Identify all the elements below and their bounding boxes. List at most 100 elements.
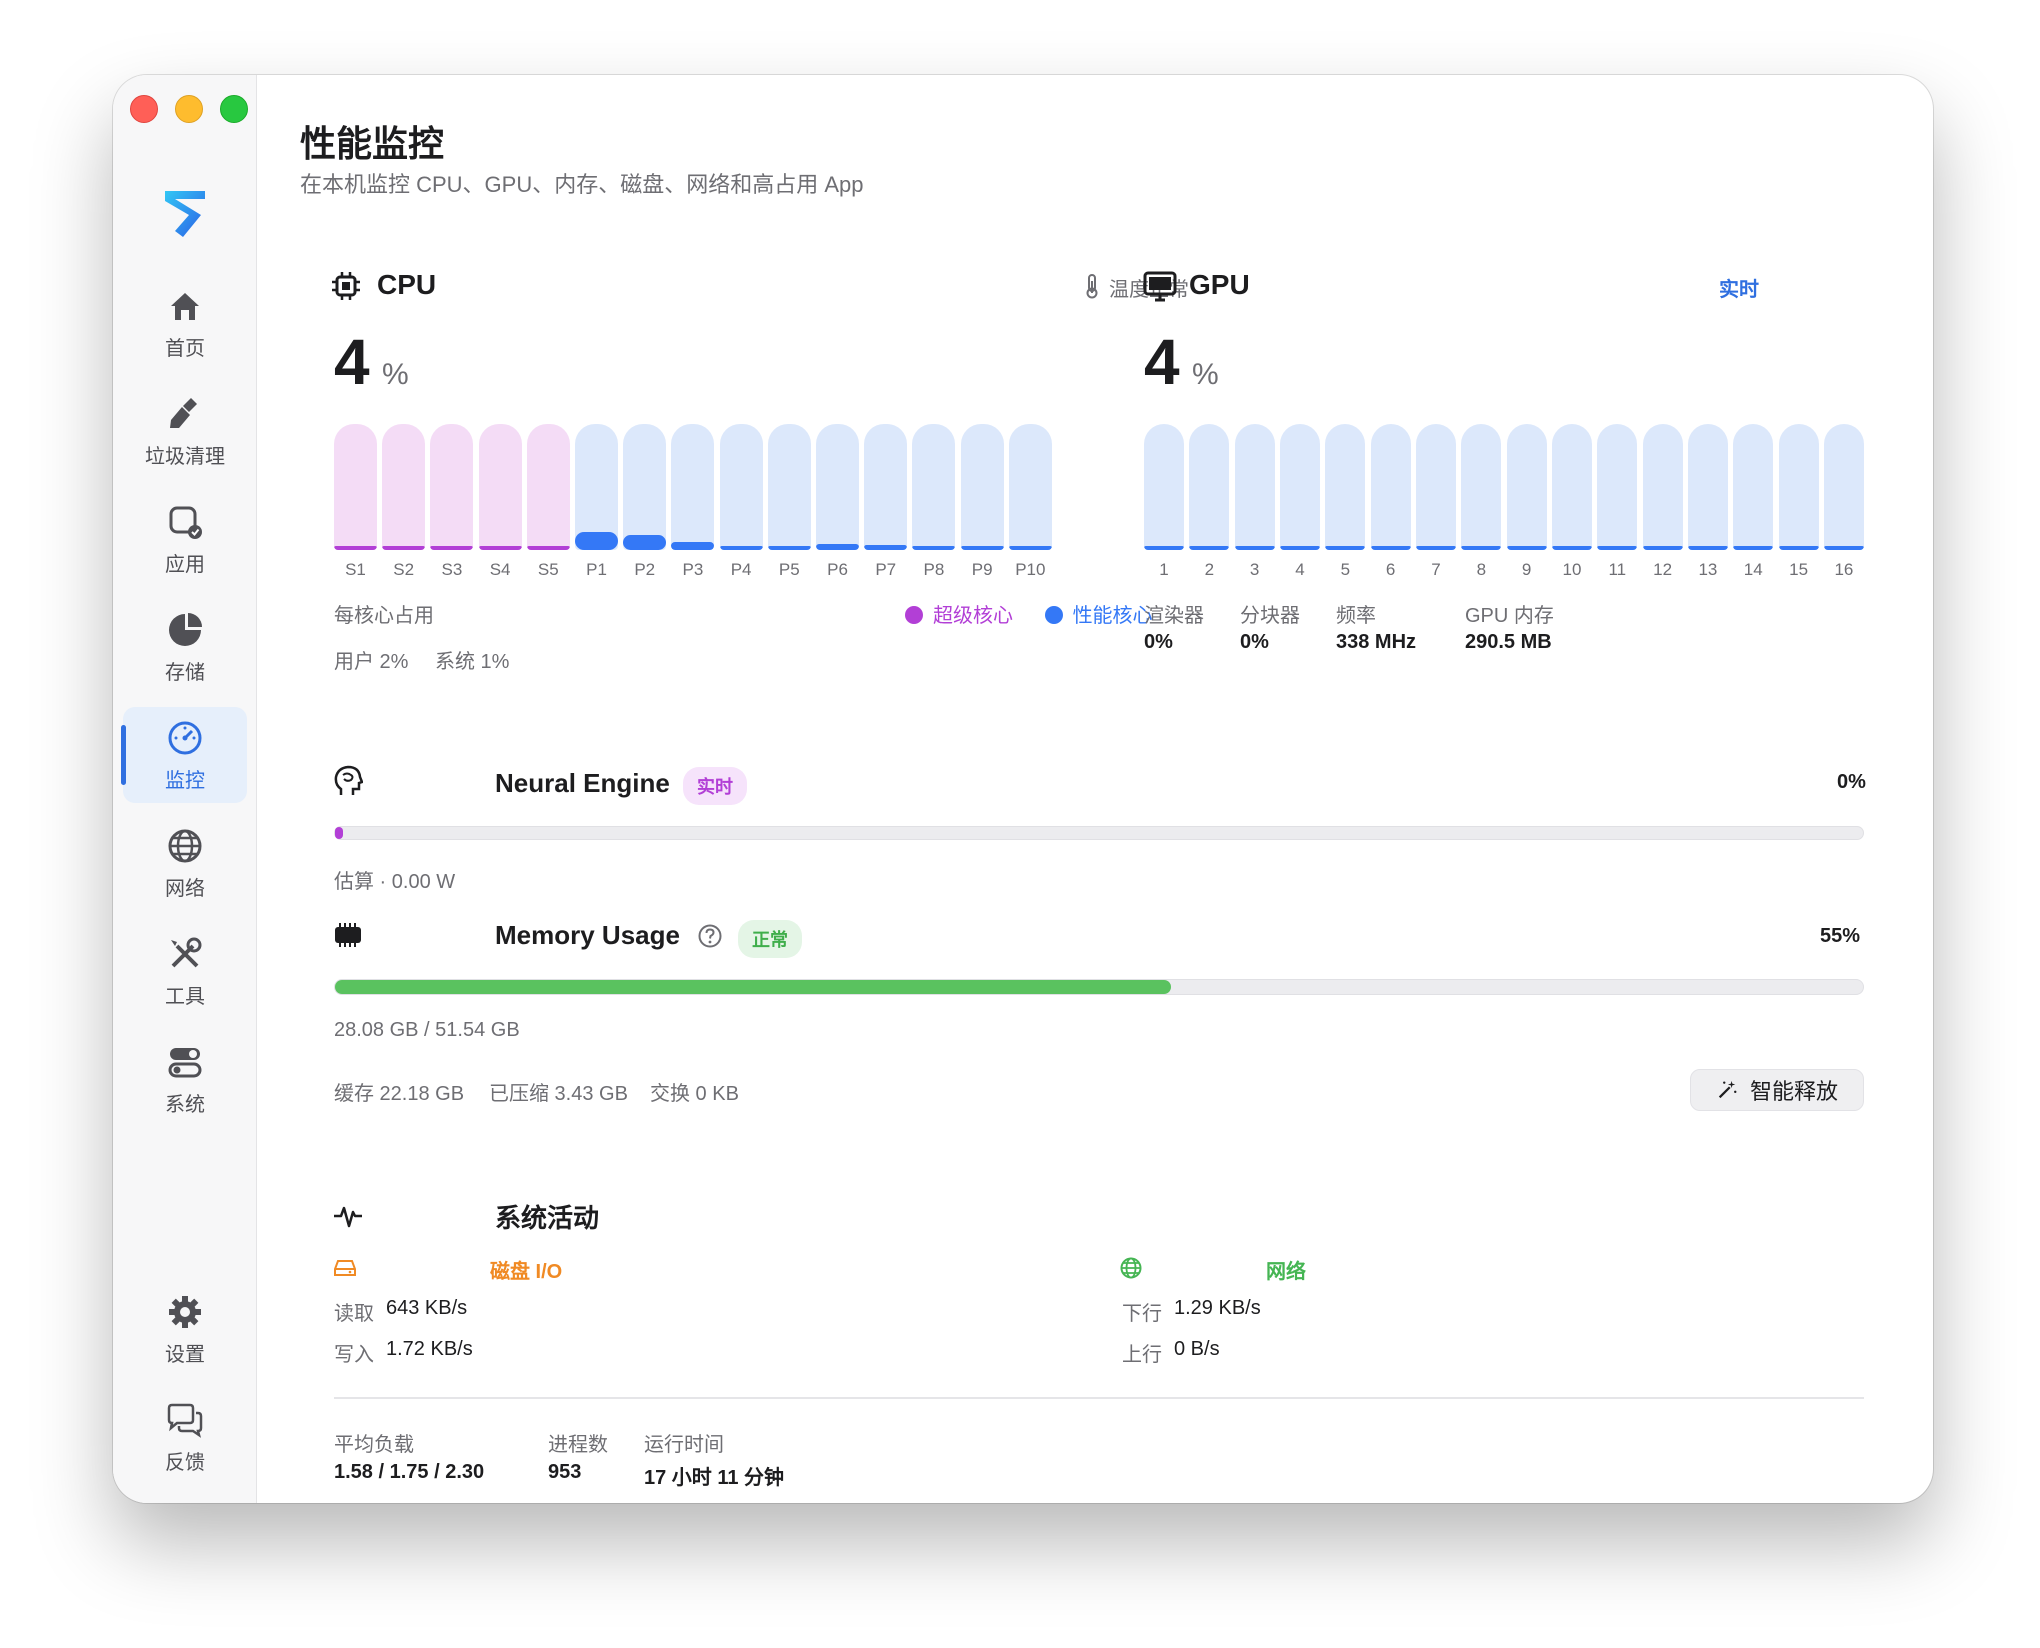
gpu-core-label: 8 xyxy=(1476,560,1487,579)
cpu-core-bar-fill xyxy=(864,545,908,550)
cpu-core-label: P6 xyxy=(827,560,848,579)
cpu-core-label: P3 xyxy=(682,560,704,579)
cpu-core-label: P4 xyxy=(730,560,752,579)
gpu-core-bar-fill xyxy=(1370,546,1411,550)
memory-usage-title: Memory Usage xyxy=(495,920,680,950)
cpu-core-bar xyxy=(767,424,811,550)
sidebar-item-system[interactable]: 系统 xyxy=(123,1031,247,1127)
sidebar-item-settings[interactable]: 设置 xyxy=(123,1281,247,1377)
cpu-core-bar xyxy=(430,424,474,550)
gpu-core-bar xyxy=(1551,424,1592,550)
gpu-core-bars xyxy=(1144,424,1864,550)
cpu-core-bar-fill xyxy=(526,546,570,550)
disk-read-value: 643 KB/s xyxy=(386,1297,468,1319)
sidebar: 首页 垃圾清理 应用 存储 监控 网络 工具 系统 设置 反馈 xyxy=(113,75,257,1503)
gpu-stat-label: 频率 xyxy=(1336,605,1376,627)
legend-perf-dot-icon xyxy=(1044,606,1063,624)
cpu-core-bar xyxy=(864,424,908,550)
cpu-core-bar xyxy=(719,424,763,550)
thermometer-icon xyxy=(1086,274,1098,299)
neural-engine-value: 0% xyxy=(1837,771,1866,793)
gpu-core-bar-fill xyxy=(1687,546,1728,550)
help-circle-icon[interactable] xyxy=(697,923,723,949)
sidebar-item-label: 工具 xyxy=(165,985,205,1008)
cpu-user-usage: 用户 2% xyxy=(334,651,409,673)
gpu-core-label: 10 xyxy=(1562,560,1582,579)
apps-icon xyxy=(169,506,202,539)
cpu-system-usage: 系统 1% xyxy=(435,651,510,673)
minimize-window-button[interactable] xyxy=(175,95,203,123)
chat-icon xyxy=(167,1403,203,1438)
sidebar-item-feedback[interactable]: 反馈 xyxy=(123,1389,247,1485)
cpu-usage-unit: % xyxy=(382,358,409,391)
gpu-stat-label: 渲染器 xyxy=(1144,605,1204,627)
cpu-core-bar xyxy=(334,424,377,550)
page-title: 性能监控 xyxy=(300,123,445,164)
sidebar-item-label: 设置 xyxy=(165,1343,205,1366)
gpu-stat-value: 0% xyxy=(1240,631,1269,653)
cpu-core-bar-fill xyxy=(382,546,426,550)
gpu-usage-unit: % xyxy=(1192,358,1219,391)
neural-engine-track xyxy=(334,826,1864,840)
gpu-core-bar xyxy=(1144,424,1184,550)
page-subtitle: 在本机监控 CPU、GPU、内存、磁盘、网络和高占用 App xyxy=(300,172,864,197)
sidebar-item-label: 垃圾清理 xyxy=(145,445,225,468)
sidebar-item-apps[interactable]: 应用 xyxy=(123,491,247,587)
network-title: 网络 xyxy=(1266,1261,1306,1283)
sidebar-item-label: 应用 xyxy=(165,553,205,576)
cpu-core-label: P8 xyxy=(923,560,945,579)
cpu-core-label: P7 xyxy=(875,560,897,579)
gpu-core-bar xyxy=(1597,424,1638,550)
sidebar-item-network[interactable]: 网络 xyxy=(123,815,247,911)
gear-icon xyxy=(169,1295,201,1328)
close-window-button[interactable] xyxy=(130,95,158,123)
cpu-core-bar-fill xyxy=(334,546,377,550)
disk-write-value: 1.72 KB/s xyxy=(386,1338,473,1360)
cpu-core-label: S5 xyxy=(537,560,559,579)
brain-head-icon xyxy=(334,765,363,795)
disk-io-title: 磁盘 I/O xyxy=(490,1261,563,1283)
pie-icon xyxy=(169,612,202,646)
cpu-core-label: P1 xyxy=(586,560,607,579)
wrench-icon xyxy=(171,937,202,967)
gpu-core-bar-fill xyxy=(1506,546,1547,550)
cpu-core-label: P9 xyxy=(971,560,993,579)
sidebar-item-label: 监控 xyxy=(165,769,205,792)
gpu-core-bar-fill xyxy=(1642,546,1683,550)
network-up-value: 0 B/s xyxy=(1174,1338,1220,1360)
smart-release-button[interactable]: 智能释放 xyxy=(1690,1069,1864,1111)
cpu-core-label: P10 xyxy=(1015,560,1046,579)
gpu-core-bar xyxy=(1415,424,1456,550)
zoom-window-button[interactable] xyxy=(220,95,248,123)
load-average-label: 平均负载 xyxy=(334,1434,414,1456)
memory-used-total: 28.08 GB / 51.54 GB xyxy=(334,1019,520,1041)
system-activity-title: 系统活动 xyxy=(495,1203,600,1233)
cpu-core-bar-fill xyxy=(478,546,522,550)
sidebar-item-label: 反馈 xyxy=(165,1451,205,1474)
gpu-core-bar-fill xyxy=(1234,546,1275,550)
memory-status-badge: 正常 xyxy=(738,920,802,958)
cpu-core-label: S2 xyxy=(393,560,415,579)
app-window: 首页 垃圾清理 应用 存储 监控 网络 工具 系统 设置 反馈 性能监控 在本机… xyxy=(113,75,1933,1503)
gpu-stat-value: 0% xyxy=(1144,631,1173,653)
sidebar-item-home[interactable]: 首页 xyxy=(123,275,247,371)
gpu-core-bar xyxy=(1325,424,1366,550)
gpu-core-bar xyxy=(1642,424,1683,550)
cpu-core-bar-fill xyxy=(430,546,474,550)
legend-super-core: 超级核心 xyxy=(905,605,1013,627)
cpu-core-label: S4 xyxy=(489,560,511,579)
toggle-icon xyxy=(168,1047,202,1077)
gpu-core-label: 4 xyxy=(1295,560,1305,579)
sidebar-item-tools[interactable]: 工具 xyxy=(123,923,247,1019)
gpu-core-bar-fill xyxy=(1415,546,1456,550)
memory-usage-fill xyxy=(335,980,1171,994)
smart-release-label: 智能释放 xyxy=(1749,1079,1838,1104)
sidebar-item-storage[interactable]: 存储 xyxy=(123,599,247,695)
sidebar-item-monitor[interactable]: 监控 xyxy=(121,707,247,803)
sidebar-item-cleanup[interactable]: 垃圾清理 xyxy=(123,383,247,479)
network-down-label: 下行 xyxy=(1122,1303,1162,1325)
neural-engine-title: Neural Engine xyxy=(495,768,670,798)
cpu-legend: 超级核心 性能核心 xyxy=(905,599,1153,628)
cpu-core-bar xyxy=(526,424,570,550)
app-logo-icon xyxy=(165,191,205,237)
